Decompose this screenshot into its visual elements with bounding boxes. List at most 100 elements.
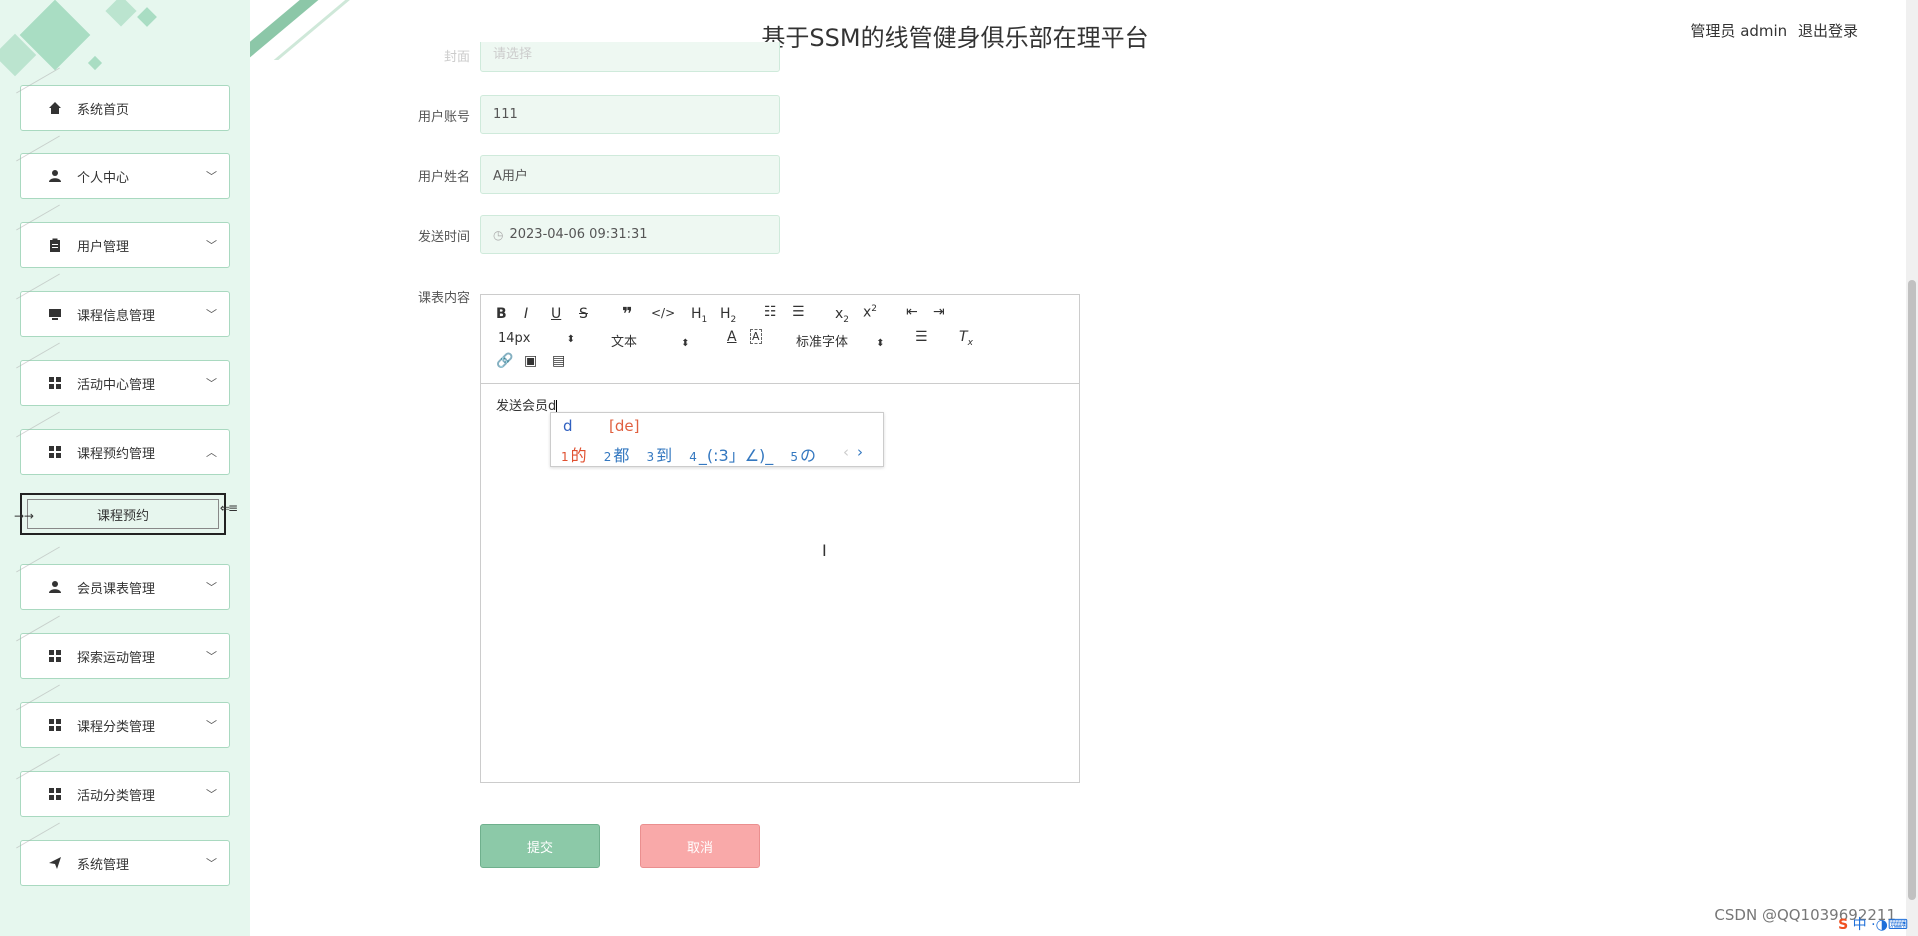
account-field[interactable]: 111 [480,95,780,134]
cover-label: 封面 [443,50,470,65]
clipboard-icon [47,237,63,253]
sidebar-subitem-course-booking[interactable]: → → 课程预约 ⇐≡ [14,493,238,535]
decor-square [137,7,157,27]
decor-square [87,55,103,71]
cover-value: 请选择 [493,46,533,62]
page-scrollbar[interactable] [1906,0,1918,936]
chevron-up-icon: ︿ [206,446,217,459]
sidebar-item-member-schedule[interactable]: 会员课表管理 ﹀ [20,564,230,610]
strikethrough-icon[interactable]: S [579,306,588,322]
user-info: 管理员 admin 退出登录 [1684,20,1858,41]
content-label: 课表内容 [417,291,470,306]
select-arrow-icon: ⬍ [566,334,576,345]
account-label: 用户账号 [417,110,470,125]
sidebar-item-home[interactable]: 系统首页 [20,85,230,131]
grid-icon [47,717,63,733]
grid-icon [47,375,63,391]
ime-candidate[interactable]: 1的 [561,446,587,465]
underline-icon[interactable]: U [551,306,561,322]
font-color-icon[interactable]: A [727,329,737,345]
font-family-select[interactable]: 标准字体 ⬍ [796,331,885,350]
sidebar-item-explore-sports[interactable]: 探索运动管理 ﹀ [20,633,230,679]
sidebar-item-personal-center[interactable]: 个人中心 ﹀ [20,153,230,199]
text-cursor-icon: I [822,541,827,560]
sidebar-item-course-info[interactable]: 课程信息管理 ﹀ [20,291,230,337]
font-size-select[interactable]: 14px ⬍ [498,331,575,346]
chevron-down-icon: ﹀ [206,581,217,594]
sidebar-item-system-management[interactable]: 系统管理 ﹀ [20,840,230,886]
sidebar-item-course-booking[interactable]: 课程预约管理 ︿ [20,429,230,475]
sidebar-item-course-category[interactable]: 课程分类管理 ﹀ [20,702,230,748]
sidebar-item-label: 活动分类管理 [77,788,156,804]
heading1-icon[interactable]: H1 [691,306,707,325]
code-block-icon[interactable]: </> [651,306,675,320]
subscript-icon[interactable]: x2 [835,306,849,325]
person-icon [47,168,63,184]
scrollbar-thumb[interactable] [1908,280,1916,900]
ime-candidate[interactable]: 4 _(:3」∠)_ [689,446,773,465]
italic-icon[interactable]: I [524,306,528,322]
sidebar-item-user-management[interactable]: 用户管理 ﹀ [20,222,230,268]
blockquote-icon[interactable]: ❞ [622,304,633,325]
send-icon [47,855,63,871]
time-label: 发送时间 [417,230,470,245]
subitem-inner-border [27,499,219,529]
sidebar-item-label: 会员课表管理 [77,581,156,597]
sidebar-item-label: 活动中心管理 [77,377,156,393]
sidebar-item-activity-center[interactable]: 活动中心管理 ﹀ [20,360,230,406]
time-field[interactable]: ◷ 2023-04-06 09:31:31 [480,215,780,254]
prev-page-icon[interactable]: ‹ [843,443,849,461]
text-type-select[interactable]: 文本 ⬍ [611,331,690,350]
person-icon [47,579,63,595]
candidate-text: 都 [613,446,630,465]
user-role: 管理员 admin [1690,22,1788,40]
grid-icon [47,648,63,664]
outdent-icon[interactable]: ⇤ [906,304,918,320]
header-corner-decor [250,0,360,60]
name-label: 用户姓名 [417,170,470,185]
cancel-button[interactable]: 取消 [640,824,760,868]
name-field[interactable]: A用户 [480,155,780,194]
next-page-icon[interactable]: › [857,443,863,461]
ime-candidate[interactable]: 2都 [604,446,630,465]
font-family-value: 标准字体 [796,335,849,350]
rich-text-editor[interactable]: B I U S ❞ </> H1 H2 ☷ ☰ x2 x2 ⇤ ⇥ 14px ⬍… [480,294,1080,783]
sogou-icon: S [1838,917,1849,933]
image-icon[interactable]: ▣ [524,353,537,369]
sidebar-item-label: 探索运动管理 [77,650,156,666]
candidate-number: 5 [790,450,799,464]
chevron-down-icon: ﹀ [206,308,217,321]
ime-candidate[interactable]: 3到 [647,446,673,465]
ime-input: d [563,417,573,435]
sidebar-item-activity-category[interactable]: 活动分类管理 ﹀ [20,771,230,817]
video-icon[interactable]: ▤ [552,353,565,369]
bullet-list-icon[interactable]: ☰ [792,304,805,320]
chevron-down-icon: ﹀ [206,788,217,801]
sidebar-item-label: 课程信息管理 [77,308,156,324]
candidate-text: 的 [570,446,587,465]
candidate-number: 1 [561,450,569,464]
clock-icon: ◷ [493,227,504,242]
background-color-icon[interactable]: A [750,329,762,344]
ime-page-nav: ‹ › [843,443,863,461]
ime-mode[interactable]: 中 [1853,917,1867,933]
font-size-value: 14px [498,331,531,346]
clear-format-icon[interactable]: Tx [959,329,973,348]
time-value: 2023-04-06 09:31:31 [509,227,648,242]
ime-candidate[interactable]: 5の [790,446,816,465]
indent-icon[interactable]: ⇥ [933,304,945,320]
link-icon[interactable]: 🔗 [496,353,513,369]
heading2-icon[interactable]: H2 [720,306,736,325]
bold-icon[interactable]: B [496,306,507,322]
editor-content[interactable]: 发送会员d [496,395,558,414]
ordered-list-icon[interactable]: ☷ [764,304,777,320]
align-icon[interactable]: ☰ [915,329,928,345]
ime-candidate-window: d [de] 1的 2都 3到 4 _(:3」∠)_ 5の ‹ › [550,412,884,467]
chevron-down-icon: ﹀ [206,719,217,732]
superscript-icon[interactable]: x2 [863,304,877,321]
decor-stripe [250,0,356,60]
name-value: A用户 [493,169,528,184]
arrow-left-icon: ⇐≡ [219,501,238,515]
logout-link[interactable]: 退出登录 [1798,22,1858,40]
submit-button[interactable]: 提交 [480,824,600,868]
